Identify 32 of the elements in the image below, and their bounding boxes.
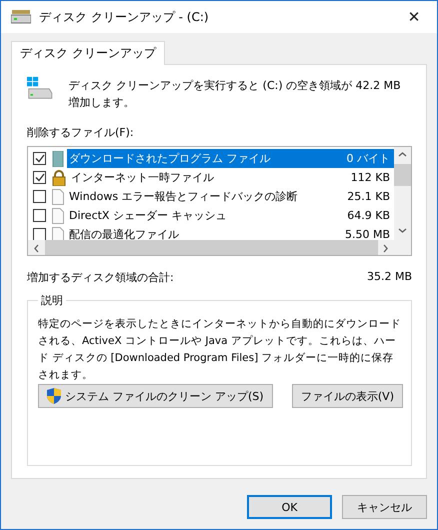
file-item[interactable]: DirectX シェーダー キャッシュ 64.9 KB	[67, 206, 394, 225]
ok-button[interactable]: OK	[247, 495, 332, 519]
summary-text: ディスク クリーンアップを実行すると (C:) の空き領域が 42.2 MB 増加します。	[68, 78, 402, 111]
document-icon	[52, 226, 64, 240]
file-item[interactable]: 配信の最適化ファイル 5.50 MB	[67, 225, 394, 240]
total-value: 35.2 MB	[366, 270, 412, 285]
checkbox[interactable]	[33, 171, 46, 184]
cleanup-system-files-button[interactable]: システム ファイルのクリーン アップ(S)	[38, 384, 273, 408]
cancel-button[interactable]: キャンセル	[342, 495, 427, 519]
checkbox[interactable]	[33, 190, 46, 203]
drive-icon	[27, 75, 53, 101]
files-label: 削除するファイル(F):	[27, 125, 135, 140]
tab[interactable]: ディスク クリーンアップ	[11, 41, 165, 65]
checkbox[interactable]	[33, 152, 46, 165]
drive-icon	[11, 10, 31, 24]
window-title: ディスク クリーンアップ - (C:)	[39, 8, 210, 26]
checkbox[interactable]	[33, 228, 46, 240]
file-item[interactable]: Windows エラー報告とフィードバックの診断 25.1 KB	[67, 187, 394, 206]
checkbox[interactable]	[33, 209, 46, 222]
lock-icon	[52, 170, 66, 186]
horizontal-scrollbar[interactable]	[28, 240, 411, 255]
total-label: 増加するディスク領域の合計:	[27, 270, 174, 285]
file-item[interactable]: ダウンロードされたプログラム ファイル 0 バイト	[67, 149, 394, 168]
view-files-button[interactable]: ファイルの表示(V)	[292, 384, 403, 408]
group-label: 説明	[40, 293, 64, 308]
document-icon	[52, 208, 64, 224]
close-button[interactable]: ✕	[391, 1, 437, 33]
vertical-scrollbar[interactable]	[394, 147, 411, 240]
file-item[interactable]: インターネット一時ファイル 112 KB	[69, 168, 394, 187]
description-text: 特定のページを表示したときにインターネットから自動的にダウンロードされる、ActiveX コントロールや Java アプレットです。これらは、ハード ディスクの [Downloaded Program Files] フォルダーに一時的に保存されます。	[38, 317, 402, 383]
shield-icon	[47, 388, 61, 404]
document-icon	[52, 188, 64, 204]
